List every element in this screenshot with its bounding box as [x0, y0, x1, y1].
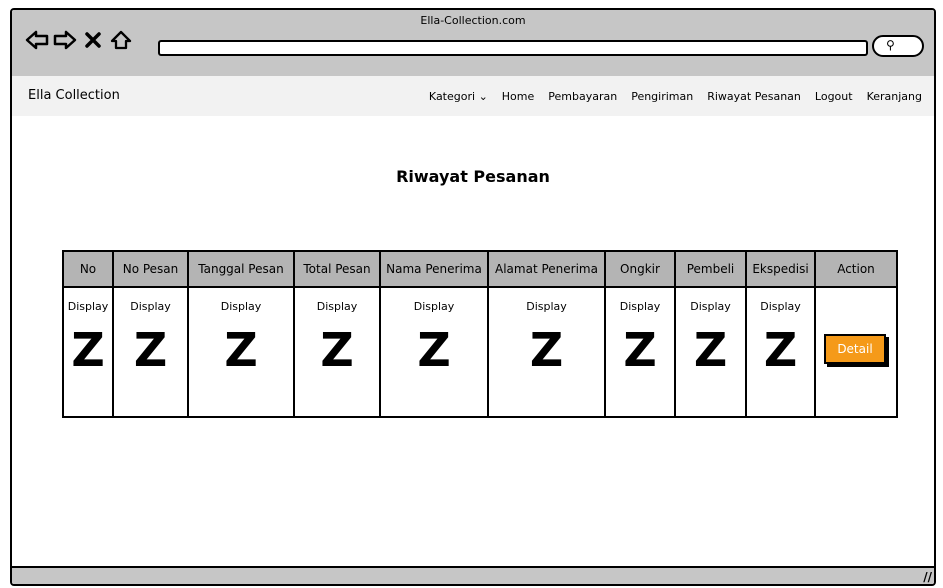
- nav-item-riwayat-pesanan[interactable]: Riwayat Pesanan: [707, 90, 801, 103]
- cell-display-label: Display: [67, 300, 109, 313]
- nav-item-kategori[interactable]: Kategori ⌄: [429, 90, 488, 103]
- cell-display-label: Display: [690, 300, 731, 313]
- cell-value: Z: [693, 323, 728, 377]
- column-header: Nama Penerima: [379, 250, 489, 288]
- page-title: Riwayat Pesanan: [396, 167, 550, 186]
- forward-icon[interactable]: [52, 28, 78, 52]
- table-cell: Display Z: [187, 286, 295, 418]
- nav-item-keranjang[interactable]: Keranjang: [867, 90, 922, 103]
- nav-item-logout[interactable]: Logout: [815, 90, 853, 103]
- cell-value: Z: [133, 323, 168, 377]
- cell-display-label: Display: [760, 300, 801, 313]
- order-history-table: No No Pesan Tanggal Pesan Total Pesan Na…: [62, 250, 898, 418]
- resize-icon[interactable]: //: [923, 570, 932, 584]
- cell-value: Z: [417, 323, 451, 377]
- cell-value: Z: [71, 323, 105, 377]
- table-cell: Display Z: [62, 286, 114, 418]
- browser-window: Ella-Collection.com ⚲ Ella Collection Ka…: [10, 8, 936, 586]
- cell-value: Z: [763, 323, 798, 377]
- column-header: Ongkir: [604, 250, 676, 288]
- status-bar: //: [12, 566, 934, 584]
- table-row: Display Z Display Z Display Z Display Z Disp…: [62, 286, 898, 418]
- column-header: Ekspedisi: [745, 250, 816, 288]
- browser-chrome: Ella-Collection.com ⚲: [12, 10, 934, 77]
- table-cell: Display Z: [604, 286, 676, 418]
- nav-menu: Kategori ⌄ Home Pembayaran Pengiriman Ri…: [429, 90, 922, 103]
- table-cell: Display Z: [487, 286, 606, 418]
- table-cell: Display Z: [674, 286, 747, 418]
- cell-display-label: Display: [413, 300, 455, 313]
- brand-name[interactable]: Ella Collection: [28, 88, 120, 103]
- cell-value: Z: [623, 323, 657, 377]
- nav-item-pembayaran[interactable]: Pembayaran: [548, 90, 617, 103]
- cell-display-label: Display: [316, 300, 358, 313]
- column-header: Total Pesan: [293, 250, 381, 288]
- window-title: Ella-Collection.com: [420, 14, 526, 27]
- table-header-row: No No Pesan Tanggal Pesan Total Pesan Na…: [62, 250, 898, 288]
- cell-display-label: Display: [130, 300, 171, 313]
- table-cell: Display Z: [745, 286, 816, 418]
- close-icon[interactable]: [82, 28, 104, 52]
- column-header: No Pesan: [112, 250, 189, 288]
- cell-value: Z: [529, 323, 564, 377]
- site-navbar: Ella Collection Kategori ⌄ Home Pembayar…: [12, 76, 934, 116]
- search-icon: ⚲: [886, 38, 895, 52]
- column-header: Tanggal Pesan: [187, 250, 295, 288]
- table-cell: Display Z: [112, 286, 189, 418]
- cell-value: Z: [320, 323, 354, 377]
- cell-display-label: Display: [220, 300, 262, 313]
- chevron-down-icon: ⌄: [478, 90, 488, 103]
- search-button[interactable]: ⚲: [872, 35, 924, 57]
- back-icon[interactable]: [24, 28, 50, 52]
- nav-item-kategori-label: Kategori: [428, 90, 476, 103]
- column-header: No: [62, 250, 114, 288]
- cell-value: Z: [224, 323, 258, 377]
- column-header: Action: [814, 250, 898, 288]
- table-cell: Display Z: [293, 286, 381, 418]
- nav-item-home[interactable]: Home: [502, 90, 534, 103]
- cell-display-label: Display: [526, 300, 567, 313]
- column-header: Alamat Penerima: [487, 250, 606, 288]
- column-header: Pembeli: [674, 250, 747, 288]
- action-cell: Detail: [814, 286, 898, 418]
- cell-display-label: Display: [619, 300, 661, 313]
- address-bar[interactable]: [158, 40, 868, 56]
- home-icon[interactable]: [108, 28, 134, 52]
- table-cell: Display Z: [379, 286, 489, 418]
- nav-item-pengiriman[interactable]: Pengiriman: [631, 90, 693, 103]
- detail-button[interactable]: Detail: [824, 334, 886, 364]
